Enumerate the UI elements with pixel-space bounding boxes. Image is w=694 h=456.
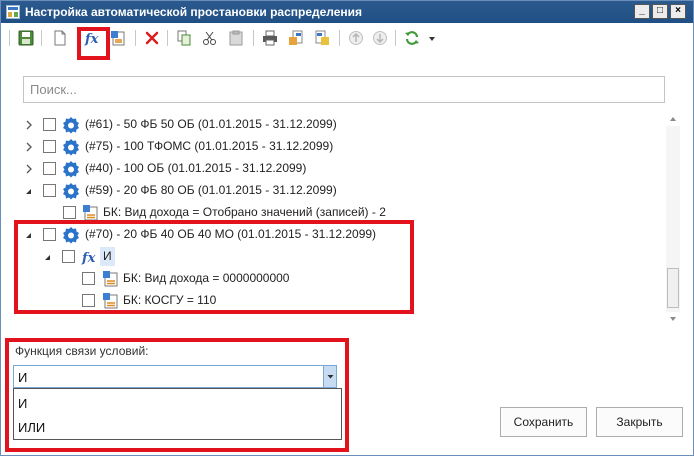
tree-row[interactable]: (#75) - 100 ТФОМС (01.01.2015 - 31.12.20… (15, 137, 655, 157)
tree-row-label: (#40) - 100 ОБ (01.01.2015 - 31.12.2099) (85, 161, 307, 175)
close-window-button[interactable]: × (670, 4, 686, 19)
save-dialog-button[interactable]: Сохранить (500, 407, 587, 437)
minimize-button[interactable]: _ (634, 4, 650, 19)
close-icon: × (675, 5, 681, 16)
print-icon (263, 30, 277, 46)
import-icon (315, 30, 329, 45)
move-up-icon (349, 31, 363, 45)
maximize-button[interactable]: □ (652, 4, 668, 19)
toolbar-separator (135, 30, 136, 46)
scroll-thumb[interactable] (667, 268, 679, 308)
condition-icon (111, 31, 125, 46)
expand-arrow-icon[interactable] (25, 142, 33, 152)
move-down-icon (373, 31, 387, 45)
tree-checkbox[interactable] (43, 140, 56, 153)
refresh-icon (405, 31, 419, 45)
toolbar-separator (41, 30, 42, 46)
tree-row[interactable]: (#59) - 20 ФБ 80 ОБ (01.01.2015 - 31.12.… (15, 181, 655, 201)
tree-checkbox[interactable] (63, 206, 76, 219)
print-button[interactable] (259, 27, 281, 49)
title-bar[interactable]: Настройка автоматической простановки рас… (1, 1, 693, 23)
maximize-icon: □ (656, 5, 664, 16)
close-dialog-button[interactable]: Закрыть (596, 407, 683, 437)
copy-icon (177, 30, 191, 46)
gear-icon (63, 117, 79, 134)
tree-checkbox[interactable] (43, 184, 56, 197)
toolbar-separator (167, 30, 168, 46)
add-condition-button[interactable] (107, 27, 129, 49)
cut-icon (203, 31, 216, 45)
copy-button[interactable] (173, 27, 195, 49)
tree-checkbox[interactable] (43, 162, 56, 175)
tree-row-label: (#75) - 100 ТФОМС (01.01.2015 - 31.12.20… (85, 139, 334, 153)
move-down-button[interactable] (369, 27, 391, 49)
expand-arrow-icon[interactable] (25, 120, 33, 130)
search-input[interactable] (23, 76, 665, 103)
cut-button[interactable] (199, 27, 221, 49)
toolbar-separator (395, 30, 396, 46)
tree-checkbox[interactable] (43, 118, 56, 131)
group-highlight (14, 220, 414, 314)
delete-button[interactable] (141, 27, 163, 49)
paste-button[interactable] (225, 27, 247, 49)
tree-row[interactable]: (#40) - 100 ОБ (01.01.2015 - 31.12.2099) (15, 159, 655, 179)
export-button[interactable] (285, 27, 307, 49)
toolbar-grip (9, 30, 10, 46)
collapse-arrow-icon[interactable] (25, 186, 33, 196)
new-document-icon (54, 30, 66, 46)
move-up-button[interactable] (345, 27, 367, 49)
window-title: Настройка автоматической простановки рас… (25, 5, 363, 19)
toolbar-separator (253, 30, 254, 46)
refresh-button[interactable] (401, 27, 423, 49)
formula-button-highlight (77, 27, 110, 60)
tree-row-label: БК: Вид дохода = Отобрано значений (запи… (103, 205, 386, 219)
toolbar-separator (339, 30, 340, 46)
scroll-down-icon[interactable] (666, 312, 680, 326)
export-icon (289, 30, 303, 45)
save-button[interactable] (15, 27, 37, 49)
gear-icon (63, 183, 79, 200)
tree-row-label: (#61) - 50 ФБ 50 ОБ (01.01.2015 - 31.12.… (85, 117, 337, 131)
delete-icon (145, 31, 159, 45)
tree-row-label: (#59) - 20 ФБ 80 ОБ (01.01.2015 - 31.12.… (85, 183, 337, 197)
minimize-icon: _ (639, 5, 645, 16)
expand-arrow-icon[interactable] (25, 164, 33, 174)
app-icon (6, 5, 20, 19)
paste-icon (229, 30, 243, 46)
import-button[interactable] (311, 27, 333, 49)
gear-icon (63, 139, 79, 156)
gear-icon (63, 161, 79, 178)
tree-scrollbar[interactable] (666, 112, 680, 326)
dialog-window: Настройка автоматической простановки рас… (0, 0, 694, 456)
scroll-up-icon[interactable] (666, 112, 680, 126)
new-button[interactable] (49, 27, 71, 49)
tree-row[interactable]: (#61) - 50 ФБ 50 ОБ (01.01.2015 - 31.12.… (15, 115, 655, 135)
combo-highlight (5, 338, 349, 452)
dropdown-arrow-icon (429, 37, 435, 41)
save-icon (18, 30, 34, 46)
refresh-menu-button[interactable] (425, 27, 439, 49)
